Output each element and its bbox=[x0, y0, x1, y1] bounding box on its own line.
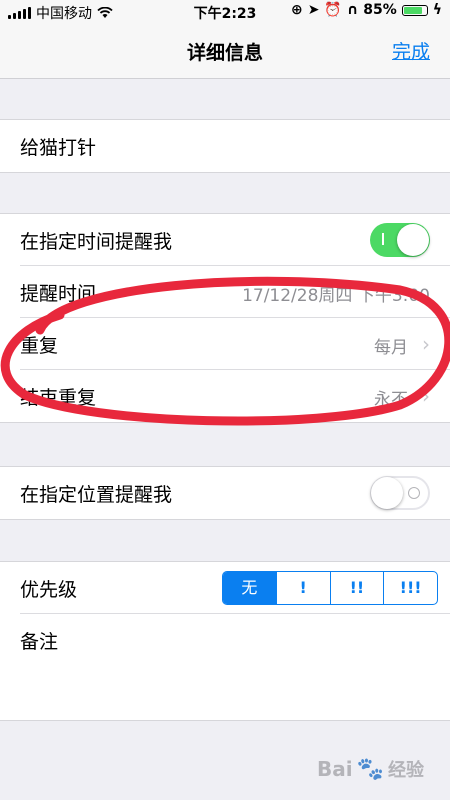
toggle-off-mark bbox=[408, 487, 420, 499]
reminder-title-row[interactable]: 给猫打针 bbox=[0, 120, 450, 172]
toggle-knob bbox=[371, 477, 403, 509]
notes-label[interactable]: 备注 bbox=[20, 627, 58, 654]
charging-icon: ϟ bbox=[432, 2, 442, 18]
status-right: ⊕ ➤ ⏰ ∩ 85% ϟ bbox=[291, 2, 442, 18]
repeat-label: 重复 bbox=[20, 335, 59, 357]
battery-percent: 85% bbox=[363, 2, 397, 18]
remind-time-value: 17/12/28周四 下午3:00 bbox=[242, 286, 430, 306]
chevron-right-icon: › bbox=[422, 384, 430, 408]
remind-at-time-label: 在指定时间提醒我 bbox=[20, 231, 173, 253]
title-group: 给猫打针 bbox=[0, 119, 450, 173]
toggle-knob bbox=[397, 224, 429, 256]
remind-at-location-toggle[interactable] bbox=[370, 476, 430, 510]
remind-time-row[interactable]: 提醒时间 17/12/28周四 下午3:00 bbox=[0, 266, 450, 318]
remind-time-label: 提醒时间 bbox=[20, 283, 97, 305]
done-button[interactable]: 完成 bbox=[392, 37, 430, 64]
priority-row: 优先级 无 ! !! !!! bbox=[0, 562, 450, 614]
chevron-right-icon: › bbox=[422, 332, 430, 356]
priority-option-medium[interactable]: !! bbox=[329, 572, 384, 604]
repeat-value: 每月 bbox=[374, 338, 408, 358]
priority-option-low[interactable]: ! bbox=[275, 572, 330, 604]
remind-at-location-row: 在指定位置提醒我 bbox=[0, 467, 450, 519]
toggle-on-mark bbox=[382, 233, 384, 245]
paw-icon: 🐾 bbox=[356, 756, 384, 782]
priority-label: 优先级 bbox=[20, 579, 78, 601]
orientation-lock-icon: ⊕ bbox=[290, 2, 303, 18]
page-title: 详细信息 bbox=[186, 42, 263, 64]
priority-segmented-control: 无 ! !! !!! bbox=[222, 571, 438, 605]
time-group: 在指定时间提醒我 提醒时间 17/12/28周四 下午3:00 重复 每月 › … bbox=[0, 213, 450, 423]
end-repeat-row[interactable]: 结束重复 永不 › bbox=[0, 370, 450, 422]
watermark-sub: 经验 bbox=[388, 760, 424, 781]
baidu-watermark: Bai 🐾 经验 bbox=[317, 756, 424, 782]
notes-row[interactable]: 备注 bbox=[0, 614, 450, 720]
nav-bar: 详细信息 完成 bbox=[0, 24, 450, 79]
location-group: 在指定位置提醒我 bbox=[0, 466, 450, 520]
remind-at-time-row: 在指定时间提醒我 bbox=[0, 214, 450, 266]
priority-option-none[interactable]: 无 bbox=[223, 572, 276, 604]
end-repeat-value: 永不 bbox=[374, 390, 408, 410]
remind-at-location-label: 在指定位置提醒我 bbox=[20, 484, 173, 506]
location-icon: ➤ bbox=[307, 2, 320, 18]
repeat-row[interactable]: 重复 每月 › bbox=[0, 318, 450, 370]
end-repeat-label: 结束重复 bbox=[20, 387, 97, 409]
watermark-brand: Bai bbox=[316, 757, 353, 781]
alarm-icon: ⏰ bbox=[324, 2, 342, 18]
headphones-icon: ∩ bbox=[346, 2, 359, 18]
priority-option-high[interactable]: !!! bbox=[383, 572, 437, 604]
battery-icon bbox=[401, 4, 428, 16]
remind-at-time-toggle[interactable] bbox=[370, 223, 430, 257]
priority-group: 优先级 无 ! !! !!! 备注 bbox=[0, 561, 450, 721]
status-bar: 中国移动 下午2:23 ⊕ ➤ ⏰ ∩ 85% ϟ bbox=[0, 0, 450, 24]
reminder-title[interactable]: 给猫打针 bbox=[20, 133, 96, 160]
